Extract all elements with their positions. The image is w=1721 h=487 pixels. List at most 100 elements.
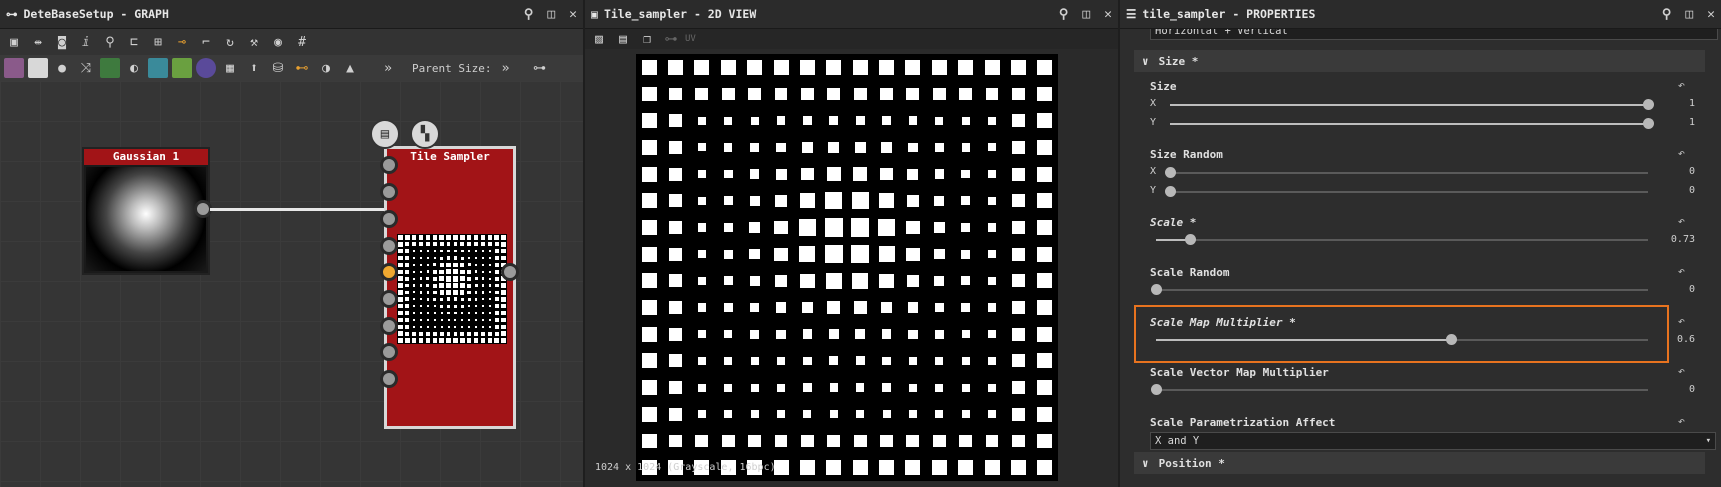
tile [851, 245, 870, 264]
parent-size-more-icon[interactable]: » [495, 58, 515, 78]
history-icon[interactable]: ↻ [220, 32, 240, 52]
tile [695, 87, 709, 101]
doc-badge-icon[interactable]: ▤ [370, 119, 400, 149]
input-pin-8[interactable] [380, 343, 398, 361]
link-icon[interactable]: ⊏ [124, 32, 144, 52]
input-pin-1[interactable] [380, 156, 398, 174]
input-pin-6[interactable] [380, 290, 398, 308]
search-icon[interactable]: ⚲ [100, 32, 120, 52]
export-icon[interactable]: ⬆ [244, 58, 264, 78]
tile-sampler-output-pin[interactable] [501, 263, 519, 281]
channels-icon[interactable]: ⊶ [661, 29, 681, 49]
connector-icon[interactable]: ⊶ [529, 58, 549, 78]
tile [697, 169, 707, 179]
frame-all-icon[interactable]: ▣ [4, 32, 24, 52]
blend-icon[interactable]: ⊷ [292, 58, 312, 78]
circle-icon[interactable] [196, 58, 216, 78]
camera-icon[interactable]: ◙ [52, 32, 72, 52]
input-pin-3[interactable] [380, 210, 398, 228]
maximize-icon[interactable]: ◫ [1082, 7, 1090, 22]
uniform-node-icon[interactable] [28, 58, 48, 78]
scale-vector-map-multiplier-slider[interactable] [1151, 384, 1648, 395]
tile [776, 116, 786, 126]
reset-icon[interactable]: ↶ [1678, 78, 1685, 92]
tile [934, 169, 945, 179]
input-pin-7[interactable] [380, 317, 398, 335]
size-y-value[interactable]: 1 [1689, 117, 1695, 128]
size-x-slider[interactable] [1170, 99, 1654, 110]
histogram-icon[interactable]: ▲ [340, 58, 360, 78]
snapshot-icon[interactable]: ◉ [268, 32, 288, 52]
size-label: Size [1150, 80, 1177, 93]
scale-map-multiplier-slider[interactable] [1156, 334, 1648, 345]
bucket-icon[interactable]: ⛁ [268, 58, 288, 78]
reset-icon[interactable]: ↶ [1678, 146, 1685, 160]
curve-icon[interactable] [100, 58, 120, 78]
tile-sampler-node[interactable]: Tile Sampler [384, 146, 516, 429]
size-y-slider[interactable] [1170, 118, 1654, 129]
input-pin-9[interactable] [380, 370, 398, 388]
section-position[interactable]: ∨ Position * [1134, 452, 1705, 474]
tile [413, 277, 416, 280]
size-random-y-slider[interactable] [1165, 186, 1648, 197]
tile [487, 235, 493, 240]
image-node-icon[interactable] [4, 58, 24, 78]
copy-icon[interactable]: ❐ [637, 29, 657, 49]
close-icon[interactable]: ✕ [1104, 7, 1112, 22]
info-icon[interactable]: ⅈ [76, 32, 96, 52]
graph-canvas[interactable]: Gaussian 1 Tile Sampler ▤ ▚ [0, 81, 583, 487]
fit-view-icon[interactable]: ▨ [589, 29, 609, 49]
reset-icon[interactable]: ↶ [1678, 214, 1685, 228]
pin-icon[interactable]: ⚲ [1662, 7, 1672, 22]
scale-parametrization-affect-dropdown[interactable]: X and Y ▾ [1150, 432, 1716, 450]
scale-vector-map-multiplier-value[interactable]: 0 [1689, 384, 1695, 395]
gradient-icon[interactable] [172, 58, 192, 78]
size-random-x-value[interactable]: 0 [1689, 166, 1695, 177]
scale-value[interactable]: 0.73 [1671, 234, 1695, 245]
tile [961, 356, 970, 365]
save-icon[interactable]: ▤ [613, 29, 633, 49]
view2d-canvas[interactable]: 1024 x 1024 (Grayscale, 16bpc) [585, 49, 1118, 487]
fit-icon[interactable]: ⇹ [28, 32, 48, 52]
levels-icon[interactable]: ◐ [124, 58, 144, 78]
size-random-y-value[interactable]: 0 [1689, 185, 1695, 196]
close-icon[interactable]: ✕ [569, 7, 577, 22]
tree-icon[interactable]: ⊞ [148, 32, 168, 52]
shuffle-icon[interactable]: ⤨ [76, 58, 96, 78]
pin-icon[interactable]: ⚲ [524, 7, 534, 22]
size-random-x-slider[interactable] [1165, 167, 1648, 178]
tile [501, 331, 506, 336]
sphere-icon[interactable]: ◑ [316, 58, 336, 78]
scale-random-slider[interactable] [1151, 284, 1648, 295]
input-pin-4[interactable] [380, 237, 398, 255]
close-icon[interactable]: ✕ [1707, 7, 1715, 22]
pin-icon[interactable]: ⚲ [1059, 7, 1069, 22]
connect-icon[interactable]: ⊸ [172, 32, 192, 52]
scale-slider[interactable] [1156, 234, 1648, 245]
checker-badge-icon[interactable]: ▚ [410, 119, 440, 149]
drop-icon[interactable]: ● [52, 58, 72, 78]
tile [501, 235, 506, 240]
tiling-mode-dropdown[interactable]: Horizontal + Vertical [1150, 29, 1718, 40]
input-pin-2[interactable] [380, 183, 398, 201]
tile [906, 220, 920, 235]
more-icon[interactable]: » [378, 58, 398, 78]
section-size[interactable]: ∨ Size * [1134, 50, 1705, 72]
input-pin-active[interactable] [380, 263, 398, 281]
gaussian-node[interactable]: Gaussian 1 [82, 147, 210, 275]
reset-icon[interactable]: ↶ [1678, 314, 1685, 328]
route-icon[interactable]: ⌐ [196, 32, 216, 52]
size-x-value[interactable]: 1 [1689, 98, 1695, 109]
tiles-icon[interactable]: ▦ [220, 58, 240, 78]
scale-map-multiplier-value[interactable]: 0.6 [1677, 334, 1695, 345]
reset-icon[interactable]: ↶ [1678, 264, 1685, 278]
reset-icon[interactable]: ↶ [1678, 364, 1685, 378]
reset-icon[interactable]: ↶ [1678, 414, 1685, 428]
warp-icon[interactable] [148, 58, 168, 78]
grid-snap-icon[interactable]: # [292, 32, 312, 52]
maximize-icon[interactable]: ◫ [547, 7, 555, 22]
wrench-icon[interactable]: ⚒ [244, 32, 264, 52]
maximize-icon[interactable]: ◫ [1685, 7, 1693, 22]
uv-toggle[interactable]: UV [685, 34, 696, 44]
scale-random-value[interactable]: 0 [1689, 284, 1695, 295]
